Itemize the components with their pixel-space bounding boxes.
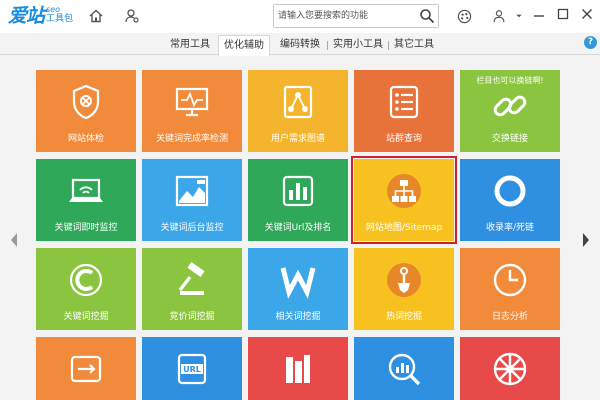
search-chart-icon bbox=[384, 349, 424, 389]
letter-c-icon bbox=[66, 260, 106, 300]
tool-tile-label: 用户需求图谱 bbox=[270, 134, 325, 144]
tool-tile-label: 网站地图/Sitemap bbox=[365, 223, 443, 233]
tab-bar: 常用工具 优化辅助 编码转换 实用小工具 其它工具 ? bbox=[0, 33, 600, 56]
laptop-wifi-icon bbox=[66, 171, 106, 211]
tool-tile[interactable]: 网站体检 bbox=[36, 70, 136, 152]
monitor-pulse-icon bbox=[172, 82, 212, 122]
tool-tile[interactable]: 网站地图/Sitemap bbox=[354, 159, 454, 241]
tool-tile-label: 交换链接 bbox=[491, 134, 528, 144]
tool-tile[interactable]: 收录率/死链 bbox=[460, 159, 560, 241]
tool-tile[interactable]: 竞价词挖掘 bbox=[142, 248, 242, 330]
next-page-arrow[interactable] bbox=[580, 228, 592, 252]
tool-tile-label: 收录率/死链 bbox=[485, 223, 535, 233]
search-icon[interactable] bbox=[419, 8, 435, 24]
tool-tile[interactable]: 导航排名 bbox=[248, 337, 348, 400]
tool-tile[interactable]: 友链查询 bbox=[460, 337, 560, 400]
search-input[interactable] bbox=[278, 7, 418, 25]
tab-utilities[interactable]: 实用小工具 bbox=[330, 35, 386, 55]
books-icon bbox=[278, 349, 318, 389]
tool-tile-label: 日志分析 bbox=[491, 312, 528, 322]
ring-icon bbox=[490, 171, 530, 211]
tab-separator bbox=[388, 41, 389, 50]
clock-icon bbox=[490, 260, 530, 300]
tool-tile[interactable]: 关键词Url及排名 bbox=[248, 159, 348, 241]
tool-tile-note: 栏目也可以换链啊! bbox=[476, 76, 544, 85]
logo-side: seo 工具包 bbox=[46, 5, 73, 25]
tool-tile[interactable]: 百度URL主动推送 bbox=[36, 337, 136, 400]
tab-optimization[interactable]: 优化辅助 bbox=[218, 35, 270, 56]
svg-text:URL: URL bbox=[183, 365, 201, 374]
tool-grid: 网站体检 关键词完成率检测 用户需求图谱 站群查询 交换链接 栏目也可以换链啊! 关键词即时… bbox=[36, 70, 578, 400]
search-box[interactable] bbox=[273, 4, 439, 28]
tool-tile[interactable]: 日志分析 bbox=[460, 248, 560, 330]
wheel-icon bbox=[490, 349, 530, 389]
tool-tile-label: 关键词后台监控 bbox=[160, 223, 224, 233]
gavel-icon bbox=[172, 260, 212, 300]
tool-tile-label: 关键词完成率检测 bbox=[155, 134, 228, 144]
tool-tile-label: 热词挖掘 bbox=[385, 312, 422, 322]
link-icon bbox=[490, 86, 530, 126]
tool-tile-label: 站群查询 bbox=[385, 134, 422, 144]
image-chart-icon bbox=[172, 171, 212, 211]
tool-tile[interactable]: 用户需求图谱 bbox=[248, 70, 348, 152]
home-icon[interactable] bbox=[87, 7, 105, 25]
tool-tile[interactable]: URL百度URL提交 bbox=[142, 337, 242, 400]
tool-tile-label: 关键词挖掘 bbox=[63, 312, 109, 322]
letter-w-icon bbox=[278, 260, 318, 300]
title-bar: 爱站 seo 工具包 bbox=[0, 0, 600, 33]
tool-tile-label: 竞价词挖掘 bbox=[169, 312, 215, 322]
tool-tile[interactable]: 搜索引擎排名查询 bbox=[354, 337, 454, 400]
list-icon bbox=[384, 82, 424, 122]
tool-tile-label: 相关词挖掘 bbox=[275, 312, 321, 322]
close-icon[interactable] bbox=[579, 6, 595, 22]
sitemap-icon bbox=[384, 171, 424, 211]
tool-tile[interactable]: 站群查询 bbox=[354, 70, 454, 152]
dropdown-icon[interactable] bbox=[511, 8, 527, 24]
tab-other-tools[interactable]: 其它工具 bbox=[390, 35, 438, 55]
tool-tile[interactable]: 关键词即时监控 bbox=[36, 159, 136, 241]
logo-seo-text: seo bbox=[46, 5, 60, 14]
tool-tile-label: 关键词即时监控 bbox=[54, 223, 118, 233]
url-icon: URL bbox=[172, 349, 212, 389]
shovel-icon bbox=[384, 260, 424, 300]
shield-icon bbox=[66, 82, 106, 122]
bar-chart-icon bbox=[278, 171, 318, 211]
user-settings-icon[interactable] bbox=[123, 7, 141, 25]
push-icon bbox=[66, 349, 106, 389]
logo-main-text: 爱站 bbox=[8, 5, 45, 27]
tool-tile[interactable]: 交换链接 栏目也可以换链啊! bbox=[460, 70, 560, 152]
user-icon[interactable] bbox=[490, 7, 508, 25]
app-logo: 爱站 seo 工具包 bbox=[8, 3, 73, 29]
tab-encoding[interactable]: 编码转换 bbox=[276, 35, 324, 55]
tab-common-tools[interactable]: 常用工具 bbox=[166, 35, 214, 55]
minimize-icon[interactable] bbox=[531, 6, 547, 22]
tool-tile-label: 网站体检 bbox=[67, 134, 104, 144]
help-icon[interactable]: ? bbox=[584, 36, 597, 49]
tool-tile-label: 关键词Url及排名 bbox=[264, 223, 332, 233]
tab-separator bbox=[327, 41, 328, 50]
tool-tile[interactable]: 关键词挖掘 bbox=[36, 248, 136, 330]
tool-tile[interactable]: 关键词完成率检测 bbox=[142, 70, 242, 152]
skin-icon[interactable] bbox=[455, 7, 473, 25]
tool-tile[interactable]: 相关词挖掘 bbox=[248, 248, 348, 330]
tool-tile[interactable]: 关键词后台监控 bbox=[142, 159, 242, 241]
tool-tile[interactable]: 热词挖掘 bbox=[354, 248, 454, 330]
logo-sub-text: 工具包 bbox=[46, 14, 74, 24]
graph-nodes-icon bbox=[278, 82, 318, 122]
prev-page-arrow[interactable] bbox=[8, 228, 20, 252]
maximize-icon[interactable] bbox=[555, 6, 571, 22]
